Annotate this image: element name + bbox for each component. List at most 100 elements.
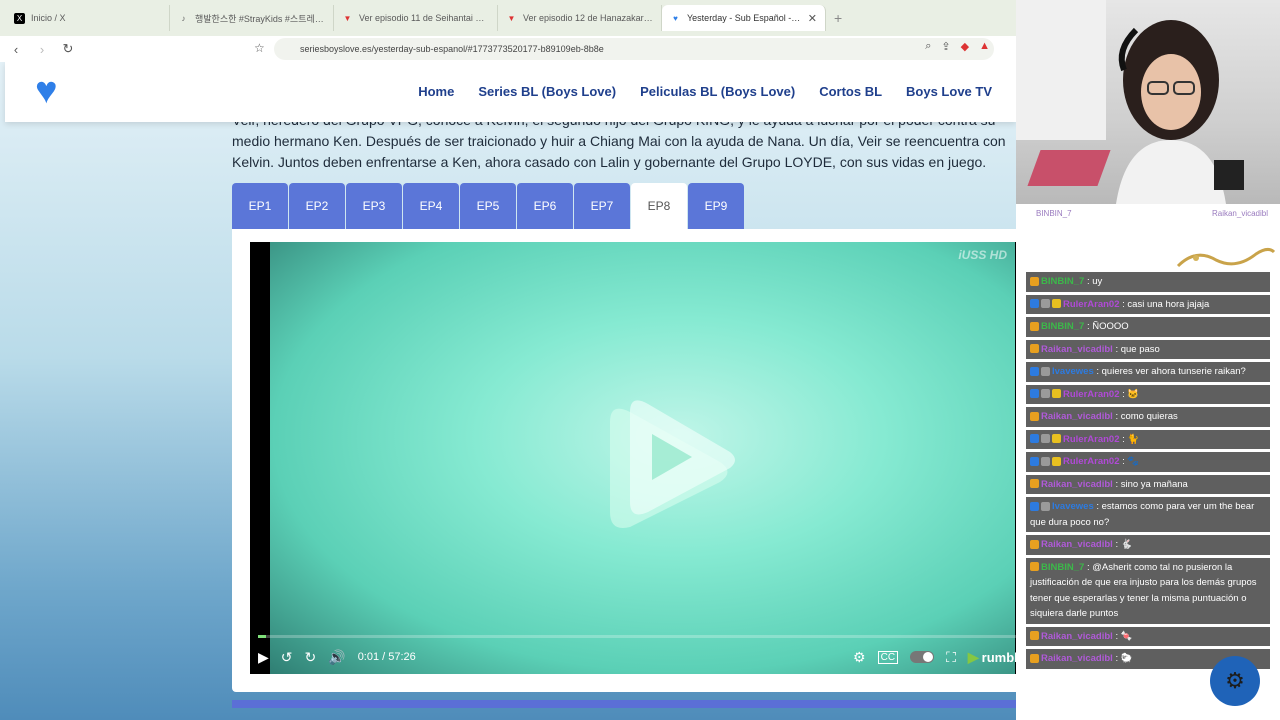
streamer-image <box>1116 20 1244 204</box>
video-frame: iUSS HD <box>270 242 1015 674</box>
episode-tab[interactable]: EP1 <box>232 183 288 229</box>
tab-favicon-icon: ♥ <box>673 13 678 23</box>
chat-text: : 🐾 <box>1122 456 1140 467</box>
browser-tab[interactable]: ▼ Ver episodio 12 de Hanazakari no Kimi <box>498 5 662 31</box>
episode-tab[interactable]: EP3 <box>346 183 402 229</box>
chat-text: : 🍬 <box>1115 630 1133 642</box>
cam-label-right: Raikan_vicadibl <box>1211 209 1268 218</box>
chat-message: RulerAran02 : casi una hora jajaja <box>1026 294 1270 314</box>
chat-username[interactable]: BINBIN_7 <box>1041 276 1084 287</box>
play-icon[interactable]: ▶ <box>258 649 269 666</box>
tab-favicon-icon: ▼ <box>507 13 516 23</box>
close-tab-icon[interactable]: ✕ <box>808 12 817 25</box>
url-field[interactable]: seriesboyslove.es/yesterday-sub-espanol/… <box>274 38 994 60</box>
chat-username[interactable]: Ivavewes <box>1052 501 1094 512</box>
rumble-logo[interactable]: ▶rumble <box>968 649 1016 666</box>
autoplay-toggle[interactable] <box>910 651 935 663</box>
chat-message: BINBIN_7 : ÑOOOO <box>1026 317 1270 337</box>
nav-link[interactable]: Cortos BL <box>819 84 882 99</box>
share-icon[interactable]: ⇪ <box>941 40 950 53</box>
browser-tab-bar: X Inicio / X ♪ 행발한스한 #StrayKids #스트레이키즈 ▼ Ver… <box>0 0 1016 36</box>
episode-tab[interactable]: EP5 <box>460 183 516 229</box>
chat-message: Raikan_vicadibl : 🐇 <box>1026 535 1270 555</box>
chat-username[interactable]: Raikan_vicadibl <box>1041 653 1113 664</box>
time-display: 0:01 / 57:26 <box>357 651 416 663</box>
episode-tab[interactable]: EP8 <box>631 183 687 229</box>
chat-username[interactable]: BINBIN_7 <box>1041 321 1084 332</box>
chat-badge-icon <box>1030 434 1039 444</box>
site-header: ♥ Home Series BL (Boys Love) Peliculas BL … <box>5 62 1016 122</box>
back-icon[interactable]: ‹ <box>6 42 26 57</box>
big-play-icon[interactable] <box>580 382 740 532</box>
rewind-icon[interactable]: ↺ <box>281 649 293 666</box>
chat-message: Raikan_vicadibl : 🍬 <box>1026 626 1270 646</box>
chat-badge-icon <box>1030 562 1039 572</box>
episode-tab[interactable]: EP6 <box>517 183 573 229</box>
browser-tab[interactable]: ♥ Yesterday - Sub Español - Series ✕ <box>662 5 826 31</box>
stream-overlay: BINBIN_7 Raikan_vicadibl BINBIN_7 : uy Ru… <box>1016 0 1280 720</box>
new-tab-icon[interactable]: + <box>834 10 842 26</box>
nav-link[interactable]: Home <box>418 84 454 99</box>
browser-tab[interactable]: X Inicio / X <box>6 5 170 31</box>
chat-badge-icon <box>1030 321 1039 331</box>
section-divider <box>232 700 1016 708</box>
chat-username[interactable]: RulerAran02 <box>1063 389 1120 400</box>
nav-link[interactable]: Peliculas BL (Boys Love) <box>640 84 795 99</box>
episode-tab[interactable]: EP2 <box>289 183 345 229</box>
heart-logo-icon[interactable]: ♥ <box>35 72 58 110</box>
chat-username[interactable]: Raikan_vicadibl <box>1041 411 1113 422</box>
chat-username[interactable]: RulerAran02 <box>1063 434 1120 445</box>
chat-badge-icon <box>1030 456 1039 466</box>
chat-username[interactable]: Raikan_vicadibl <box>1041 631 1113 642</box>
chat-message: BINBIN_7 : @Asherit como tal no pusieron… <box>1026 557 1270 624</box>
zoom-icon[interactable]: ⌕ <box>925 40 931 53</box>
chat-username[interactable]: RulerAran02 <box>1063 456 1120 467</box>
chat-log: BINBIN_7 : uy RulerAran02 : casi una hora… <box>1026 272 1270 672</box>
episode-tab[interactable]: EP4 <box>403 183 459 229</box>
url-text: seriesboyslove.es/yesterday-sub-espanol/… <box>300 44 604 54</box>
chat-username[interactable]: Ivavewes <box>1052 366 1094 377</box>
chat-text: : quieres ver ahora tunserie raikan? <box>1096 366 1246 377</box>
chat-text: : 🐈 <box>1122 433 1140 445</box>
episode-tab[interactable]: EP9 <box>688 183 744 229</box>
video-player[interactable]: iUSS HD ▶ ↺ ↻ 🔊 0:01 / 57:26 ⚙ CC ⛶ ▶ ru… <box>250 242 1016 674</box>
chat-badge-icon <box>1030 539 1039 549</box>
chat-badge-icon <box>1041 456 1050 466</box>
reload-icon[interactable]: ↻ <box>58 41 78 57</box>
shield-icon[interactable]: ◆ <box>961 40 969 53</box>
chat-badge-icon <box>1030 366 1039 376</box>
chat-badge-icon <box>1041 299 1050 309</box>
chat-badge-icon <box>1052 389 1061 399</box>
browser-tab[interactable]: ♪ 행발한스한 #StrayKids #스트레이키즈 <box>170 5 334 31</box>
bookmark-icon[interactable]: ☆ <box>254 41 265 55</box>
chat-badge-icon <box>1030 299 1039 309</box>
browser-tab[interactable]: ▼ Ver episodio 11 de Seihantai na Kimi <box>334 5 498 31</box>
volume-icon[interactable]: 🔊 <box>328 649 345 666</box>
tab-title: Inicio / X <box>31 13 66 23</box>
settings-fab-icon[interactable]: ⚙ <box>1210 656 1260 706</box>
chat-username[interactable]: Raikan_vicadibl <box>1041 539 1113 550</box>
fullscreen-icon[interactable]: ⛶ <box>946 649 956 666</box>
address-bar-row: ‹ › ↻ ☆ seriesboyslove.es/yesterday-sub-… <box>0 36 1016 62</box>
chat-badge-icon <box>1041 501 1050 511</box>
player-card: iUSS HD ▶ ↺ ↻ 🔊 0:01 / 57:26 ⚙ CC ⛶ ▶ ru… <box>232 229 1016 692</box>
chat-username[interactable]: RulerAran02 <box>1063 299 1120 310</box>
chat-username[interactable]: Raikan_vicadibl <box>1041 344 1113 355</box>
nav-link[interactable]: Boys Love TV <box>906 84 992 99</box>
settings-gear-icon[interactable]: ⚙ <box>853 649 866 666</box>
episode-tab[interactable]: EP7 <box>574 183 630 229</box>
chat-badge-icon <box>1052 434 1061 444</box>
chat-badge-icon <box>1030 344 1039 354</box>
chat-username[interactable]: BINBIN_7 <box>1041 562 1084 573</box>
warning-icon[interactable]: ▲ <box>979 40 990 53</box>
chat-text: : 🐇 <box>1115 539 1133 550</box>
chat-username[interactable]: Raikan_vicadibl <box>1041 479 1113 490</box>
forward-icon[interactable]: › <box>32 42 52 57</box>
forward-skip-icon[interactable]: ↻ <box>305 649 317 666</box>
chat-message: BINBIN_7 : uy <box>1026 272 1270 292</box>
nav-link[interactable]: Series BL (Boys Love) <box>478 84 616 99</box>
progress-track[interactable] <box>258 635 1016 638</box>
chat-text: : uy <box>1086 276 1103 287</box>
chat-message: Raikan_vicadibl : que paso <box>1026 339 1270 359</box>
captions-icon[interactable]: CC <box>877 650 899 664</box>
